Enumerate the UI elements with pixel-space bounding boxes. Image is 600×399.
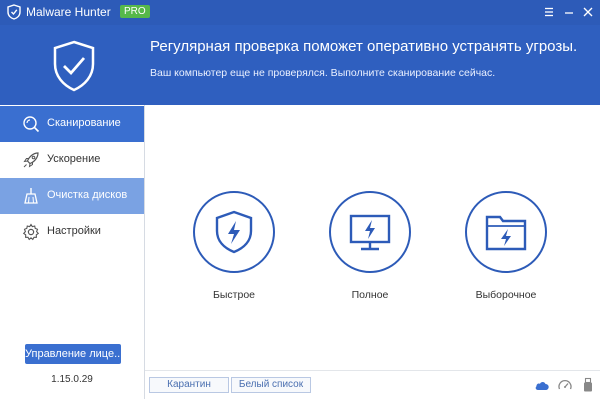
scan-options-panel: Быстрое Полное Выборочное <box>145 105 600 370</box>
full-scan-button[interactable] <box>329 191 411 273</box>
full-scan-option[interactable]: Полное <box>329 191 411 311</box>
whitelist-button[interactable]: Белый список <box>231 377 311 393</box>
broom-icon <box>24 188 38 204</box>
usb-icon[interactable] <box>580 377 596 393</box>
menu-icon[interactable] <box>541 4 557 20</box>
quarantine-button[interactable]: Карантин <box>149 377 229 393</box>
custom-scan-button[interactable] <box>465 191 547 273</box>
sidebar-item-label: Настройки <box>47 225 101 237</box>
sidebar: Сканирование Ускорение Очистка дисков На… <box>0 105 145 399</box>
quick-scan-button[interactable] <box>193 191 275 273</box>
sidebar-item-label: Очистка дисков <box>47 189 128 201</box>
cloud-icon[interactable] <box>534 377 550 393</box>
shield-bolt-icon <box>215 210 253 254</box>
minimize-icon[interactable] <box>561 4 577 20</box>
title-bar: Malware Hunter PRO <box>0 0 600 25</box>
sidebar-item-label: Ускорение <box>47 153 101 165</box>
gauge-icon[interactable] <box>557 377 573 393</box>
app-title: Malware Hunter <box>26 5 111 19</box>
monitor-bolt-icon <box>349 214 391 251</box>
sidebar-item-scan[interactable]: Сканирование <box>0 106 144 142</box>
shield-check-icon <box>53 40 95 92</box>
banner-subtitle: Ваш компьютер еще не проверялся. Выполни… <box>150 67 496 79</box>
app-logo-icon <box>7 4 21 20</box>
gear-icon <box>22 223 40 241</box>
banner-title: Регулярная проверка поможет оперативно у… <box>150 38 578 55</box>
sidebar-item-disk-cleanup[interactable]: Очистка дисков <box>0 178 144 214</box>
pro-badge: PRO <box>120 5 150 18</box>
custom-scan-label: Выборочное <box>475 289 537 301</box>
status-banner: Регулярная проверка поможет оперативно у… <box>0 25 600 105</box>
manage-license-button[interactable]: Управление лице... <box>25 344 121 364</box>
close-icon[interactable] <box>580 4 596 20</box>
quick-scan-option[interactable]: Быстрое <box>193 191 275 311</box>
footer-bar: Карантин Белый список <box>145 370 600 399</box>
folder-bolt-icon <box>485 215 527 251</box>
sidebar-item-settings[interactable]: Настройки <box>0 214 144 250</box>
sidebar-item-speedup[interactable]: Ускорение <box>0 142 144 178</box>
scan-search-icon <box>23 116 40 133</box>
sidebar-item-label: Сканирование <box>47 117 121 129</box>
quick-scan-label: Быстрое <box>212 289 255 301</box>
version-label: 1.15.0.29 <box>51 374 93 385</box>
full-scan-label: Полное <box>351 289 389 301</box>
rocket-icon <box>23 152 39 168</box>
custom-scan-option[interactable]: Выборочное <box>465 191 547 311</box>
